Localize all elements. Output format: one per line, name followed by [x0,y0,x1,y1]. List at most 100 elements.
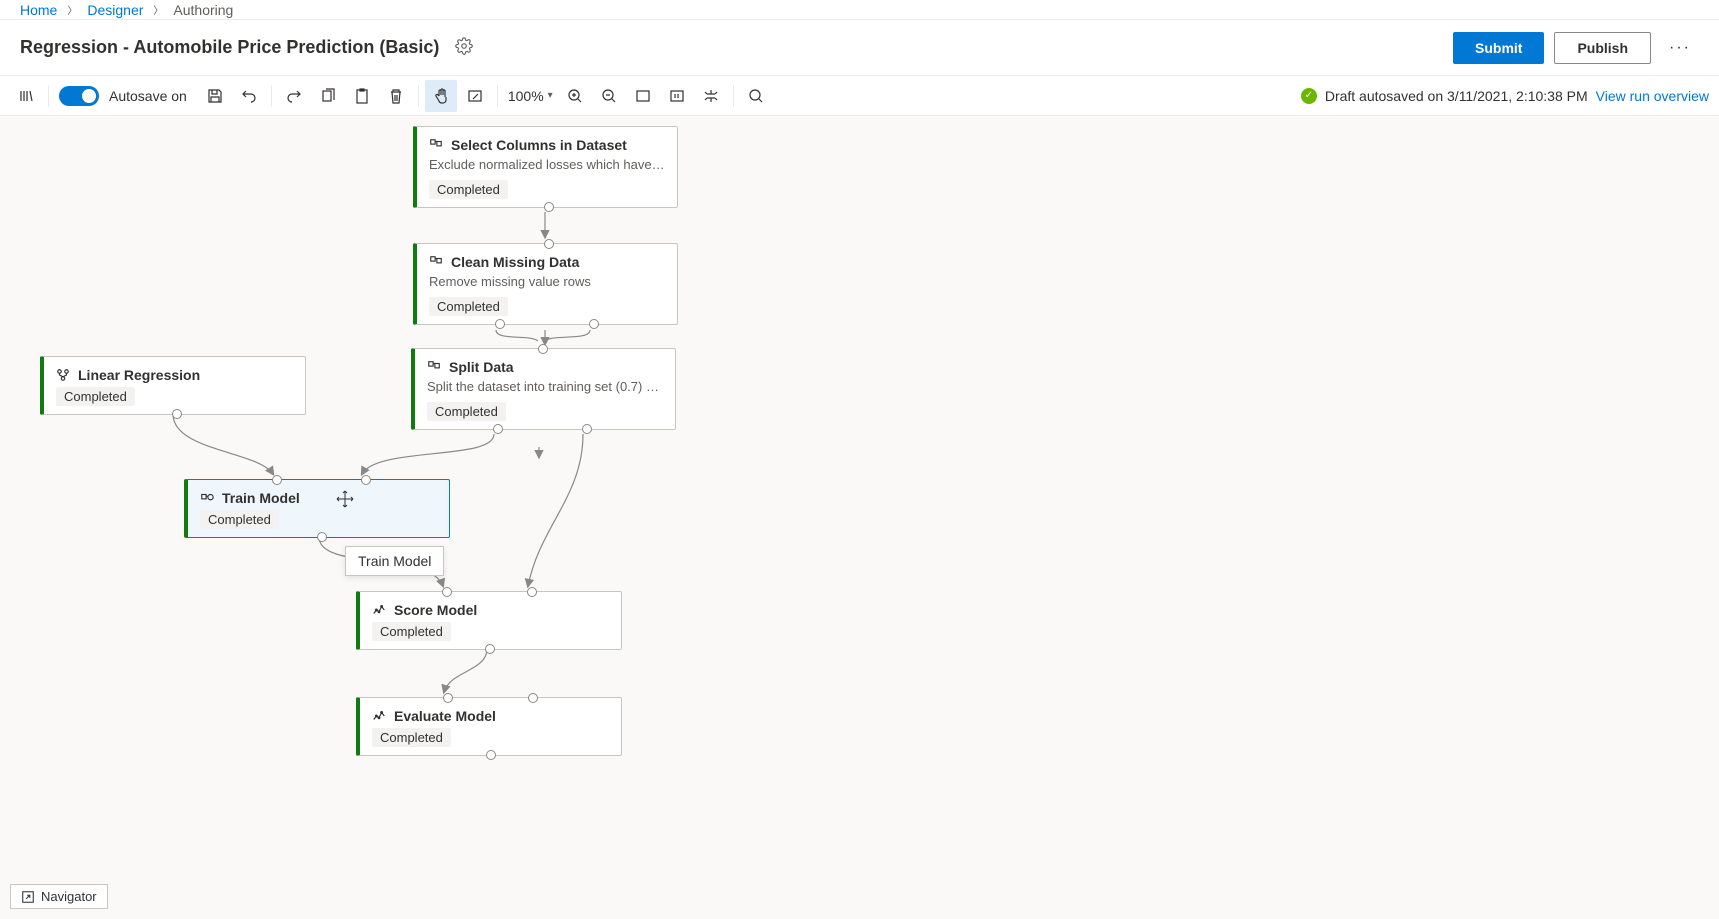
node-status: Completed [427,402,506,421]
search-icon [748,88,764,104]
page-title: Regression - Automobile Price Prediction… [20,37,439,58]
redo-button[interactable] [278,80,310,112]
view-run-link[interactable]: View run overview [1596,88,1709,104]
node-status: Completed [200,510,279,529]
fit-icon [635,88,651,104]
node-score-model[interactable]: Score Model Completed [356,591,622,650]
breadcrumb-home[interactable]: Home [20,2,57,18]
submit-button[interactable]: Submit [1453,32,1544,64]
toolbar-separator [418,85,419,107]
paste-icon [354,88,370,104]
module-icon [429,255,443,269]
library-icon [18,88,34,104]
autosave-status: Draft autosaved on 3/11/2021, 2:10:38 PM [1325,88,1588,104]
screenshot-button[interactable] [459,80,491,112]
settings-button[interactable] [451,33,477,62]
input-port[interactable] [528,693,538,703]
library-button[interactable] [10,80,42,112]
node-select-columns[interactable]: Select Columns in Dataset Exclude normal… [413,126,678,208]
output-port[interactable] [544,202,554,212]
breadcrumb-designer[interactable]: Designer [87,2,143,18]
breadcrumb: Home 〉 Designer 〉 Authoring [0,0,1719,20]
undo-button[interactable] [233,80,265,112]
module-icon [429,138,443,152]
node-train-model[interactable]: Train Model Completed [184,479,450,538]
delete-icon [388,88,404,104]
node-status: Completed [372,728,451,747]
input-port[interactable] [443,693,453,703]
node-status: Completed [429,180,508,199]
autolayout-icon [703,88,719,104]
actual-size-icon [669,88,685,104]
toolbar-separator [733,85,734,107]
input-port[interactable] [527,587,537,597]
expand-icon [21,890,35,904]
autolayout-button[interactable] [695,80,727,112]
node-title-text: Score Model [394,602,477,618]
output-port[interactable] [486,750,496,760]
navigator-button[interactable]: Navigator [10,884,108,909]
input-port[interactable] [538,344,548,354]
node-title-text: Split Data [449,359,514,375]
save-button[interactable] [199,80,231,112]
output-port[interactable] [485,644,495,654]
toolbar-separator [271,85,272,107]
redo-icon [286,88,302,104]
paste-button[interactable] [346,80,378,112]
tooltip: Train Model [345,546,444,576]
autosave-label: Autosave on [109,88,187,104]
node-title-text: Clean Missing Data [451,254,579,270]
screenshot-icon [467,88,483,104]
search-button[interactable] [740,80,772,112]
node-status: Completed [372,622,451,641]
node-evaluate-model[interactable]: Evaluate Model Completed [356,697,622,756]
fit-button[interactable] [627,80,659,112]
node-desc: Split the dataset into training set (0.7… [427,379,663,396]
page-header: Regression - Automobile Price Prediction… [0,20,1719,76]
breadcrumb-current: Authoring [173,2,233,18]
autosave-toggle[interactable] [59,86,99,106]
node-desc: Exclude normalized losses which have man… [429,157,665,174]
zoom-value: 100% [508,88,544,104]
copy-icon [320,88,336,104]
output-port[interactable] [589,319,599,329]
zoom-in-button[interactable] [559,80,591,112]
zoom-dropdown[interactable]: 100% ▾ [508,88,553,104]
toolbar: Autosave on 100% ▾ [0,76,1719,116]
actual-size-button[interactable] [661,80,693,112]
chevron-down-icon: ▾ [548,90,553,101]
node-linear-regression[interactable]: Linear Regression Completed [40,356,306,415]
publish-button[interactable]: Publish [1554,32,1651,64]
module-icon [372,709,386,723]
zoom-out-button[interactable] [593,80,625,112]
navigator-label: Navigator [41,889,97,904]
node-clean-missing[interactable]: Clean Missing Data Remove missing value … [413,243,678,325]
output-port[interactable] [493,424,503,434]
output-port[interactable] [317,532,327,542]
pan-button[interactable] [425,80,457,112]
status-success-icon: ✓ [1301,88,1317,104]
copy-button[interactable] [312,80,344,112]
module-icon [427,360,441,374]
more-button[interactable]: ··· [1661,35,1699,61]
input-port[interactable] [272,475,282,485]
output-port[interactable] [172,409,182,419]
module-icon [56,368,70,382]
pipeline-canvas[interactable]: Select Columns in Dataset Exclude normal… [0,116,1719,919]
node-title-text: Evaluate Model [394,708,496,724]
input-port[interactable] [442,587,452,597]
breadcrumb-sep-icon: 〉 [67,2,77,17]
input-port[interactable] [544,239,554,249]
module-icon [200,491,214,505]
output-port[interactable] [582,424,592,434]
node-desc: Remove missing value rows [429,274,665,291]
zoom-out-icon [601,88,617,104]
hand-icon [433,88,449,104]
output-port[interactable] [495,319,505,329]
delete-button[interactable] [380,80,412,112]
zoom-in-icon [567,88,583,104]
input-port[interactable] [361,475,371,485]
node-split-data[interactable]: Split Data Split the dataset into traini… [411,348,676,430]
node-title-text: Linear Regression [78,367,200,383]
node-status: Completed [56,387,135,406]
